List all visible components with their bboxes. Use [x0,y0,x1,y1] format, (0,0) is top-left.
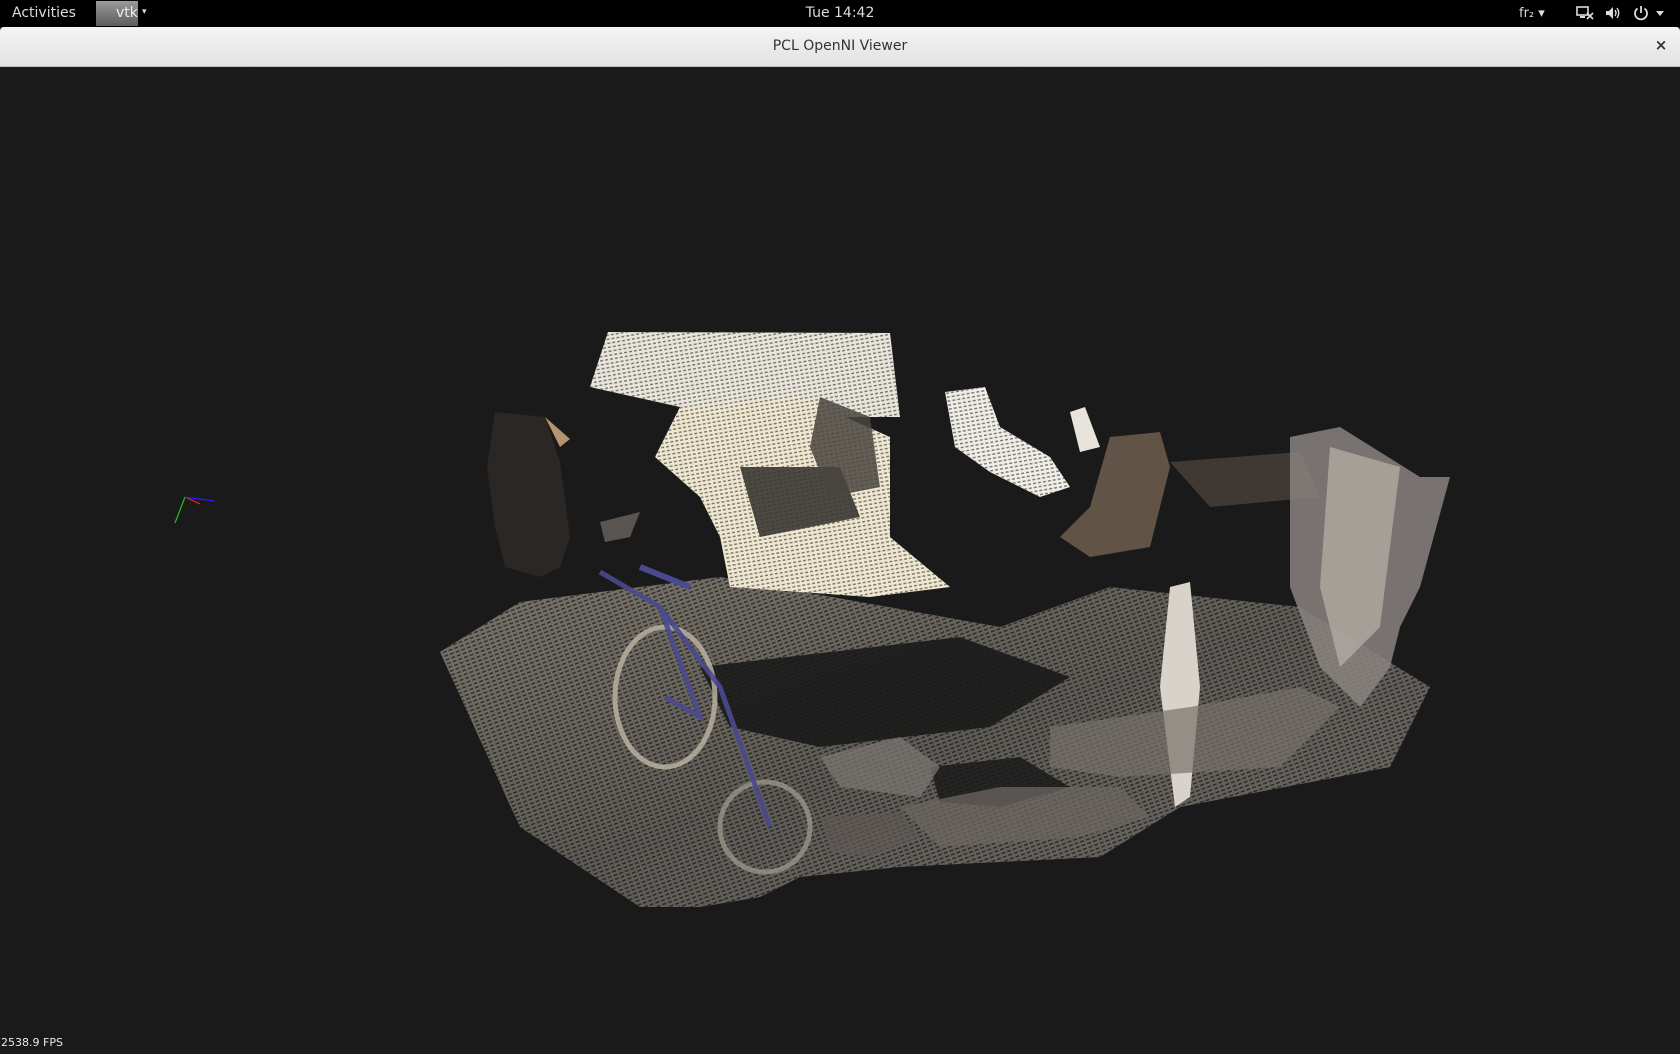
close-icon: × [1654,36,1668,54]
close-button[interactable]: × [1651,35,1671,55]
point-cloud-canvas[interactable] [0,67,1680,1050]
point-cloud-viewport[interactable] [0,67,1680,1050]
clock[interactable]: Tue 14:42 [806,5,875,21]
window-titlebar[interactable]: PCL OpenNI Viewer × [0,27,1680,67]
fps-counter: 2538.9 FPS [1,1036,63,1049]
point-cloud-desk [655,397,950,597]
app-menu[interactable]: vtk ▾ [96,1,156,26]
orientation-axes [174,496,215,524]
power-icon[interactable] [1632,4,1650,22]
keyboard-layout-indicator[interactable]: fr₂ ▾ [1519,6,1545,21]
clock-container: Tue 14:42 [0,5,1680,21]
volume-icon[interactable] [1604,4,1622,22]
network-disconnected-icon[interactable] [1576,4,1594,22]
top-panel: Activities vtk ▾ Tue 14:42 fr₂ ▾ [0,0,1680,27]
chevron-down-icon[interactable] [1654,7,1666,19]
chevron-down-icon: ▾ [142,7,147,17]
point-cloud-person [487,412,640,577]
activities-button[interactable]: Activities [12,5,76,21]
window-title: PCL OpenNI Viewer [772,38,908,54]
app-menu-label: vtk [116,5,138,21]
